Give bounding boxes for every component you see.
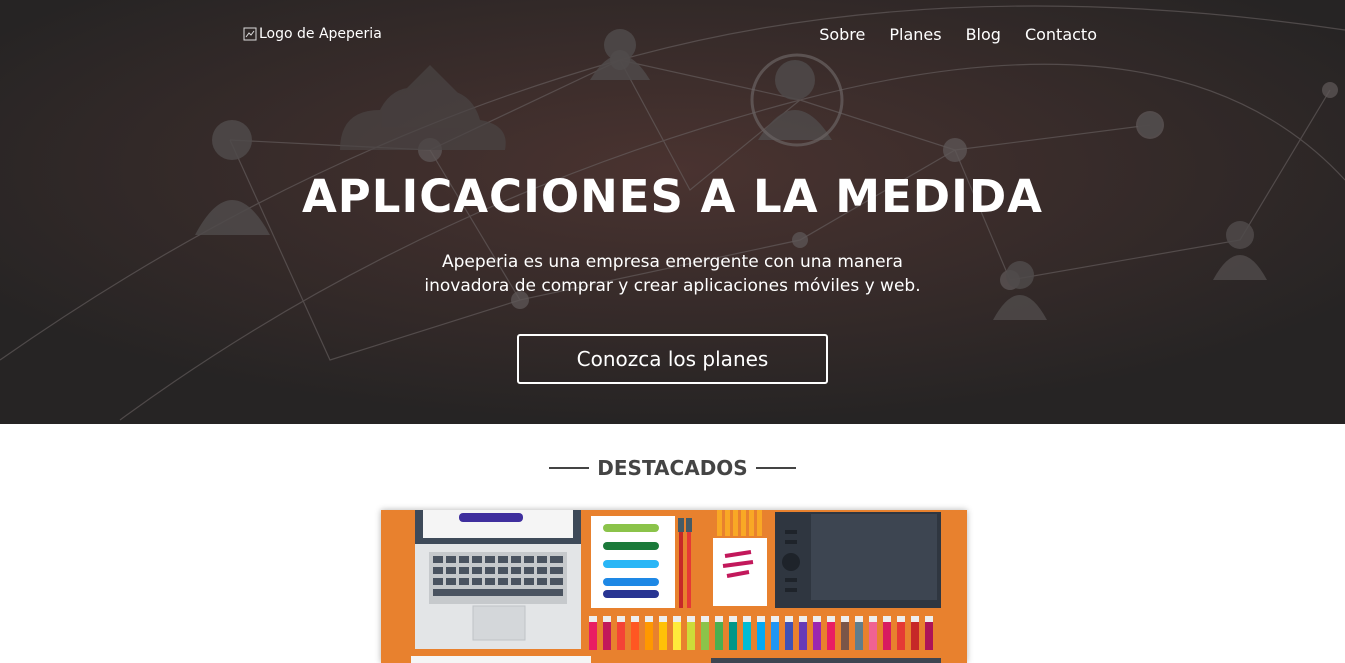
- broken-image-icon: [243, 27, 257, 41]
- plans-cta-button[interactable]: Conozca los planes: [517, 334, 828, 384]
- title-dash-right: [755, 467, 796, 469]
- hero-subtitle-line-1: Apeperia es una empresa emergente con un…: [442, 252, 903, 272]
- nav-link-contacto[interactable]: Contacto: [1025, 24, 1097, 46]
- nav-link-blog[interactable]: Blog: [966, 24, 1001, 46]
- logo[interactable]: Logo de Apeperia: [243, 26, 382, 42]
- featured-title-text: DESTACADOS: [597, 456, 748, 480]
- nav-link-sobre[interactable]: Sobre: [819, 24, 865, 46]
- main-nav: Sobre Planes Blog Contacto: [819, 24, 1097, 46]
- featured-section-title: DESTACADOS: [0, 456, 1345, 480]
- title-dash-left: [549, 467, 590, 469]
- hero-section: Logo de Apeperia Sobre Planes Blog Conta…: [0, 0, 1345, 424]
- featured-image[interactable]: [381, 510, 967, 663]
- hero-subtitle: Apeperia es una empresa emergente con un…: [0, 250, 1345, 298]
- hero-title: APLICACIONES A LA MEDIDA: [301, 170, 1044, 223]
- nav-link-planes[interactable]: Planes: [889, 24, 941, 46]
- design-tools-illustration: [381, 510, 967, 663]
- logo-alt-text: Logo de Apeperia: [259, 26, 382, 42]
- hero-subtitle-line-2: inovadora de comprar y crear aplicacione…: [424, 276, 921, 296]
